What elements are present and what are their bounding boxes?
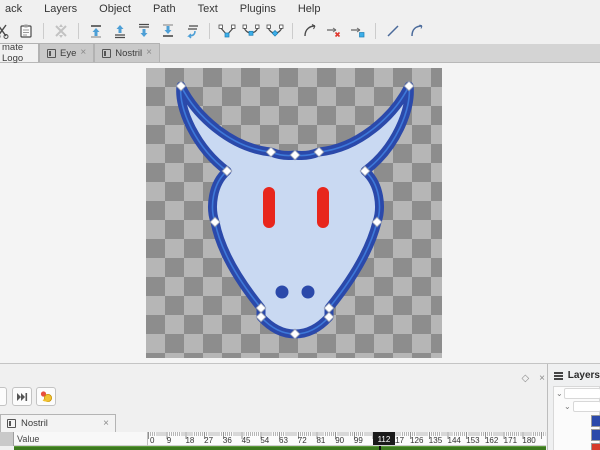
close-icon[interactable]: × xyxy=(103,418,109,429)
ruler-frame-label: 45 xyxy=(242,436,251,445)
layer-color-swatch[interactable] xyxy=(591,443,600,450)
timeline-tab-nostril[interactable]: Nostril × xyxy=(0,414,116,432)
menu-path[interactable]: Path xyxy=(144,3,185,15)
lower-icon[interactable] xyxy=(132,20,156,42)
toolbar-separator xyxy=(209,23,210,39)
canvas-artboard[interactable] xyxy=(146,68,442,358)
value-column-header[interactable]: Value xyxy=(14,432,148,446)
node-smooth-icon[interactable] xyxy=(239,20,263,42)
tab-label: mate Logo xyxy=(2,42,31,64)
close-icon[interactable]: × xyxy=(146,48,152,58)
toolbar-separator xyxy=(292,23,293,39)
right-nostril[interactable] xyxy=(302,286,315,299)
skip-to-end-button[interactable] xyxy=(12,387,32,406)
menu-plugins[interactable]: Plugins xyxy=(231,3,285,15)
record-keyframe-button[interactable] xyxy=(36,387,56,406)
ruler-frame-label: 135 xyxy=(429,436,442,445)
menu-object[interactable]: Object xyxy=(90,3,140,15)
menu-playback[interactable]: ack xyxy=(0,3,31,15)
tab-label: Nostril xyxy=(115,48,142,59)
current-frame-marker[interactable]: 112 xyxy=(373,432,395,446)
dragon-head-shape[interactable] xyxy=(181,86,410,334)
timeline-ruler[interactable]: 0918273645546372819099117126135144153162… xyxy=(148,432,546,446)
playback-button-partial[interactable] xyxy=(0,387,7,406)
ruler-frame-label: 153 xyxy=(466,436,479,445)
dragon-logo[interactable] xyxy=(146,68,442,358)
ruler-frame-label: 72 xyxy=(298,436,307,445)
menu-help[interactable]: Help xyxy=(289,3,330,15)
left-nostril[interactable] xyxy=(276,286,289,299)
layer-row[interactable] xyxy=(564,388,600,399)
ruler-frame-label: 63 xyxy=(279,436,288,445)
right-eye[interactable] xyxy=(317,187,329,228)
tab-nostril[interactable]: Nostril × xyxy=(94,43,160,62)
composition-row[interactable] xyxy=(14,446,546,450)
node-symmetric-icon[interactable] xyxy=(263,20,287,42)
ruler-frame-label: 18 xyxy=(185,436,194,445)
layers-tree[interactable]: ⌄ ⌄ xyxy=(553,386,600,450)
ruler-frame-label: 180 xyxy=(522,436,535,445)
menu-layers[interactable]: Layers xyxy=(35,3,86,15)
playhead[interactable] xyxy=(379,446,381,450)
draw-arc-icon[interactable] xyxy=(405,20,429,42)
layer-color-swatch[interactable] xyxy=(591,415,600,427)
tab-eye[interactable]: Eye × xyxy=(39,43,94,62)
composition-icon xyxy=(102,49,111,58)
ruler-frame-label: 9 xyxy=(167,436,171,445)
composition-icon xyxy=(47,49,56,58)
ruler-frame-label: 162 xyxy=(485,436,498,445)
cut-icon[interactable] xyxy=(0,20,14,42)
layers-icon xyxy=(553,371,564,381)
raise-icon[interactable] xyxy=(108,20,132,42)
toolbar-separator xyxy=(375,23,376,39)
composition-tab-bar: mate Logo Eye × Nostril × xyxy=(0,44,600,63)
ruler-frame-label: 171 xyxy=(504,436,517,445)
paste-icon[interactable] xyxy=(14,20,38,42)
toolbar-separator xyxy=(78,23,79,39)
ruler-frame-label: 81 xyxy=(316,436,325,445)
menu-bar: ack Layers Object Path Text Plugins Help xyxy=(0,0,600,17)
draw-line-icon[interactable] xyxy=(381,20,405,42)
layer-color-swatch[interactable] xyxy=(591,429,600,441)
panel-splitter[interactable] xyxy=(547,364,548,450)
chevron-down-icon[interactable]: ⌄ xyxy=(564,402,571,411)
node-corner-icon[interactable] xyxy=(215,20,239,42)
ruler-frame-label: 36 xyxy=(223,436,232,445)
ruler-frame-label: 54 xyxy=(260,436,269,445)
layers-panel: Layers ⌄ ⌄ xyxy=(550,364,600,450)
close-icon[interactable]: × xyxy=(80,48,86,58)
tab-glaxnimate-logo[interactable]: mate Logo xyxy=(0,43,39,62)
float-panel-icon[interactable]: ◇ xyxy=(521,373,529,384)
ruler-frame-label: 90 xyxy=(335,436,344,445)
glaxnimate-window: ack Layers Object Path Text Plugins Help xyxy=(0,0,600,450)
toolbar-separator xyxy=(43,23,44,39)
segment-curve-icon[interactable] xyxy=(298,20,322,42)
ruler-frame-label: 144 xyxy=(448,436,461,445)
timeline-corner xyxy=(0,432,14,446)
tab-label: Nostril xyxy=(21,418,48,429)
menu-text[interactable]: Text xyxy=(189,3,227,15)
toolbar xyxy=(0,17,600,44)
lower-to-bottom-icon[interactable] xyxy=(156,20,180,42)
composition-icon xyxy=(7,419,16,428)
node-add-icon[interactable] xyxy=(346,20,370,42)
ruler-frame-label: 126 xyxy=(410,436,423,445)
move-to-back-icon[interactable] xyxy=(180,20,204,42)
raise-to-top-icon[interactable] xyxy=(84,20,108,42)
canvas-viewport[interactable] xyxy=(0,63,600,363)
node-remove-icon[interactable] xyxy=(322,20,346,42)
delete-icon xyxy=(49,20,73,42)
chevron-down-icon[interactable]: ⌄ xyxy=(556,389,563,398)
ruler-frame-label: 99 xyxy=(354,436,363,445)
close-panel-icon[interactable]: × xyxy=(539,373,545,384)
layer-row[interactable] xyxy=(573,401,600,412)
timeline-dock: ◇ × Nostril × Value 0 9 18 27 36 45 54 63 72 81 90… xyxy=(0,363,600,450)
ruler-frame-label: 0 xyxy=(150,436,154,445)
layers-panel-title: Layers xyxy=(568,370,600,381)
tab-label: Eye xyxy=(60,48,76,59)
ruler-frame-label: 27 xyxy=(204,436,213,445)
value-header-label: Value xyxy=(17,434,39,444)
left-eye[interactable] xyxy=(263,187,275,228)
